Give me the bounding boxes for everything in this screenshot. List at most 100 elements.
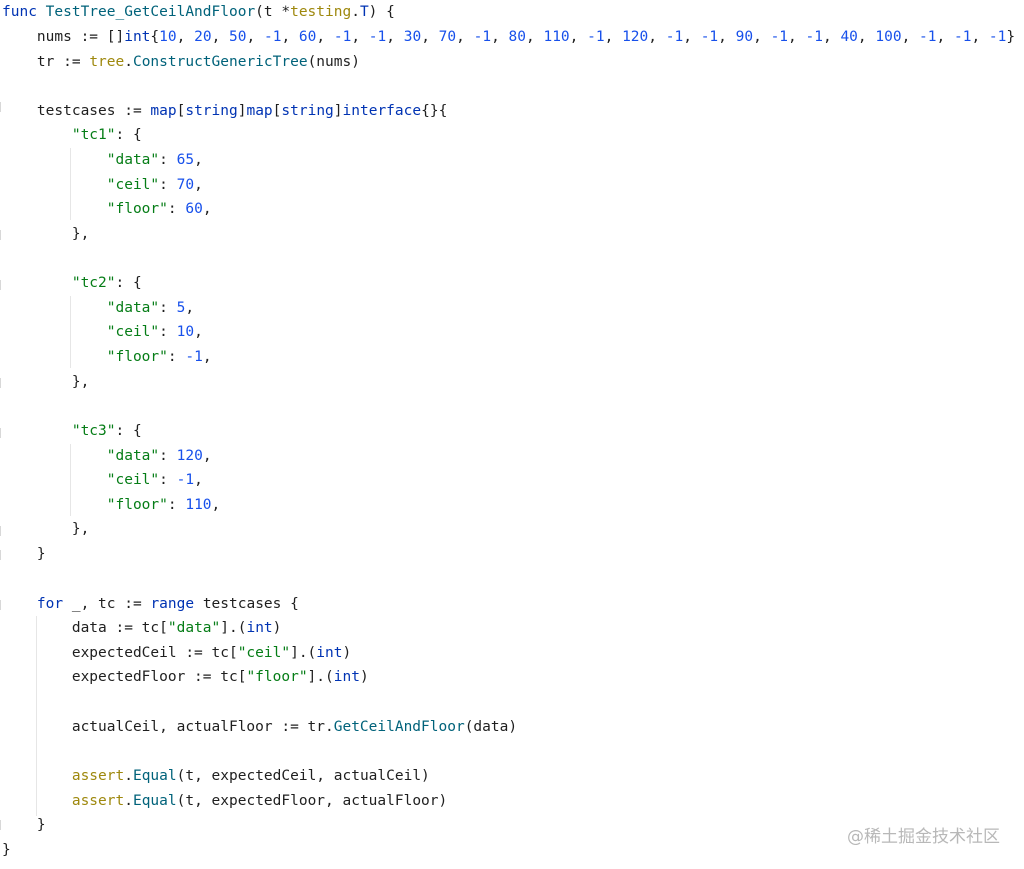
- number-token: -1: [919, 29, 937, 45]
- keyword-token: range: [150, 596, 195, 612]
- number-token: 20: [194, 29, 212, 45]
- gutter-marker: [0, 600, 1, 610]
- code-token: ,: [936, 29, 954, 45]
- code-token: expectedCeil := tc[: [2, 645, 238, 661]
- code-token: ,: [176, 29, 195, 45]
- code-token: : {: [115, 423, 142, 439]
- code-token: .: [124, 793, 133, 809]
- code-line[interactable]: "tc2": {: [2, 271, 142, 295]
- code-line[interactable]: tr := tree.ConstructGenericTree(nums): [2, 50, 360, 74]
- code-token: ,: [316, 29, 334, 45]
- code-line[interactable]: "data": 120,: [2, 444, 212, 468]
- code-token: }: [2, 546, 46, 562]
- code-token: :: [159, 472, 177, 488]
- code-line[interactable]: "tc1": {: [2, 123, 142, 147]
- code-token: :: [159, 152, 177, 168]
- code-line[interactable]: },: [2, 370, 89, 394]
- code-token: ,: [648, 29, 666, 45]
- code-token: : {: [115, 127, 142, 143]
- string-token: "tc3": [71, 423, 116, 439]
- code-line[interactable]: expectedCeil := tc["ceil"].(int): [2, 641, 351, 665]
- string-token: "floor": [246, 669, 308, 685]
- code-line[interactable]: }: [2, 838, 11, 862]
- code-line[interactable]: nums := []int{10, 20, 50, -1, 60, -1, -1…: [2, 25, 1015, 49]
- number-token: 100: [875, 29, 902, 45]
- code-line[interactable]: "data": 65,: [2, 148, 203, 172]
- code-line[interactable]: "ceil": 70,: [2, 173, 203, 197]
- code-token: ): [272, 620, 282, 636]
- code-token: ,: [683, 29, 701, 45]
- keyword-token: string: [185, 103, 238, 119]
- code-line[interactable]: "ceil": 10,: [2, 320, 203, 344]
- code-line[interactable]: func TestTree_GetCeilAndFloor(t *testing…: [2, 0, 395, 24]
- code-line[interactable]: testcases := map[string]map[string]inter…: [2, 99, 447, 123]
- code-token: ,: [202, 448, 212, 464]
- code-token: nums := []: [2, 29, 125, 45]
- code-token: data := tc[: [2, 620, 168, 636]
- code-token: expectedFloor := tc[: [2, 669, 247, 685]
- string-token: "floor": [106, 497, 168, 513]
- number-token: -1: [988, 29, 1007, 45]
- code-token: ): [359, 669, 369, 685]
- package-token: testing: [290, 4, 352, 20]
- code-line[interactable]: actualCeil, actualFloor := tr.GetCeilAnd…: [2, 715, 517, 739]
- code-token: {: [150, 29, 160, 45]
- code-line[interactable]: }: [2, 542, 46, 566]
- code-line[interactable]: assert.Equal(t, expectedCeil, actualCeil…: [2, 764, 430, 788]
- number-token: 70: [176, 177, 195, 193]
- code-token: .: [124, 54, 133, 70]
- keyword-token: map: [150, 103, 177, 119]
- number-token: 30: [403, 29, 422, 45]
- code-line[interactable]: data := tc["data"].(int): [2, 616, 282, 640]
- code-line[interactable]: "tc3": {: [2, 419, 142, 443]
- code-token: :: [167, 349, 186, 365]
- code-editor[interactable]: func TestTree_GetCeilAndFloor(t *testing…: [0, 0, 1024, 869]
- string-token: "ceil": [106, 177, 160, 193]
- number-token: -1: [665, 29, 684, 45]
- keyword-token: int: [333, 669, 360, 685]
- string-token: "floor": [106, 201, 168, 217]
- code-line[interactable]: "floor": 60,: [2, 197, 212, 221]
- code-line[interactable]: },: [2, 517, 89, 541]
- number-token: -1: [953, 29, 972, 45]
- code-token: ,: [211, 29, 230, 45]
- code-token: },: [2, 226, 90, 242]
- code-line[interactable]: "ceil": -1,: [2, 468, 203, 492]
- code-line[interactable]: }: [2, 813, 46, 837]
- code-token: ,: [211, 497, 221, 513]
- string-token: "data": [106, 448, 160, 464]
- number-token: -1: [333, 29, 352, 45]
- code-line[interactable]: for _, tc := range testcases {: [2, 592, 299, 616]
- keyword-token: string: [281, 103, 334, 119]
- code-token: ,: [788, 29, 806, 45]
- code-line[interactable]: assert.Equal(t, expectedFloor, actualFlo…: [2, 789, 447, 813]
- gutter-marker: [0, 428, 1, 438]
- code-line[interactable]: },: [2, 222, 89, 246]
- code-token: ,: [569, 29, 588, 45]
- code-line[interactable]: "floor": 110,: [2, 493, 221, 517]
- number-token: -1: [263, 29, 282, 45]
- code-line[interactable]: expectedFloor := tc["floor"].(int): [2, 665, 369, 689]
- code-line[interactable]: "floor": -1,: [2, 345, 212, 369]
- code-token: :: [159, 300, 177, 316]
- function-token: GetCeilAndFloor: [333, 719, 465, 735]
- code-token: ,: [194, 152, 203, 168]
- number-token: 70: [438, 29, 457, 45]
- code-token: (t, expectedCeil, actualCeil): [176, 768, 430, 784]
- package-token: tree: [89, 54, 125, 70]
- code-token: :: [159, 324, 177, 340]
- number-token: 60: [185, 201, 203, 217]
- code-token: ): [342, 645, 352, 661]
- keyword-token: int: [316, 645, 343, 661]
- code-token: .: [124, 768, 133, 784]
- code-line[interactable]: "data": 5,: [2, 296, 194, 320]
- number-token: -1: [368, 29, 387, 45]
- code-token: ,: [185, 300, 195, 316]
